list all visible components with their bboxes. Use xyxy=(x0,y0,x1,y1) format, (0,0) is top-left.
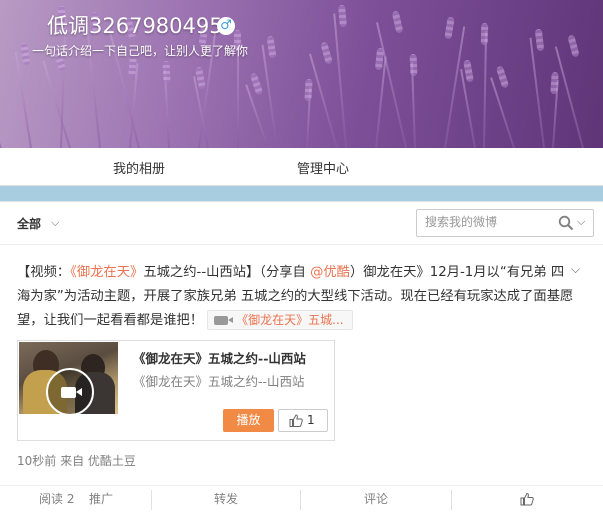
promote-button[interactable]: 推广 xyxy=(89,490,113,507)
play-video-icon[interactable] xyxy=(46,368,94,414)
post-title-link[interactable]: 《御龙在天》 xyxy=(70,265,143,280)
search-icon[interactable] xyxy=(558,215,574,231)
search-box: ⌵ xyxy=(416,209,594,237)
source-link[interactable]: @优酷 xyxy=(310,265,350,280)
post-action-bar: 阅读 2 推广 转发 评论 xyxy=(0,485,603,514)
read-count: 阅读 2 xyxy=(39,492,75,506)
video-like-button[interactable]: 1 xyxy=(278,409,328,432)
video-subtitle: 《御龙在天》五城之约--山西站 xyxy=(133,374,305,389)
post-meta: 10秒前 来自 优酷土豆 xyxy=(17,454,136,468)
video-thumbnail[interactable] xyxy=(19,342,118,414)
video-link[interactable]: 《御龙在天》五城... xyxy=(207,310,353,330)
repost-button[interactable]: 转发 xyxy=(214,490,238,507)
feed-card: 全部 ⌵ ⌵ ⌵ 【视频：《御龙在天》五城之约--山西站】（分享自 @优酷）御龙… xyxy=(0,201,603,514)
comment-button[interactable]: 评论 xyxy=(364,490,388,507)
male-icon: ♂ xyxy=(217,17,235,35)
tab-album[interactable]: 我的相册 xyxy=(113,158,165,177)
post-text: 【视频：《御龙在天》五城之约--山西站】（分享自 @优酷）御龙在天》12月-1月… xyxy=(17,261,577,333)
chevron-down-icon[interactable]: ⌵ xyxy=(51,216,59,230)
like-count: 1 xyxy=(307,413,315,427)
chevron-down-icon[interactable]: ⌵ xyxy=(577,215,585,229)
post-prefix: 【视频： xyxy=(17,265,71,280)
profile-nickname: 低调3267980495 xyxy=(47,14,223,38)
tab-management-center[interactable]: 管理中心 xyxy=(297,158,349,177)
thumbs-up-icon xyxy=(289,414,303,427)
profile-intro[interactable]: 一句话介绍一下自己吧，让别人更了解你 xyxy=(32,42,248,59)
divider xyxy=(300,490,301,510)
profile-tab-bar: 我的相册 管理中心 xyxy=(0,148,603,186)
video-card[interactable]: 《御龙在天》五城之约--山西站 《御龙在天》五城之约--山西站 播放 1 xyxy=(17,340,335,441)
feed-filter-bar: 全部 ⌵ ⌵ xyxy=(0,202,603,245)
like-icon[interactable] xyxy=(520,492,534,506)
video-title[interactable]: 《御龙在天》五城之约--山西站 xyxy=(133,348,306,367)
divider xyxy=(451,490,452,510)
filter-all-tab[interactable]: 全部 xyxy=(17,215,41,232)
post-title-rest: 五城之约--山西站】（分享自 xyxy=(143,265,311,280)
divider xyxy=(151,490,152,510)
video-link-label: 《御龙在天》五城... xyxy=(236,313,344,327)
search-input[interactable] xyxy=(425,215,555,229)
video-camera-icon xyxy=(214,316,234,325)
play-button[interactable]: 播放 xyxy=(223,409,274,432)
